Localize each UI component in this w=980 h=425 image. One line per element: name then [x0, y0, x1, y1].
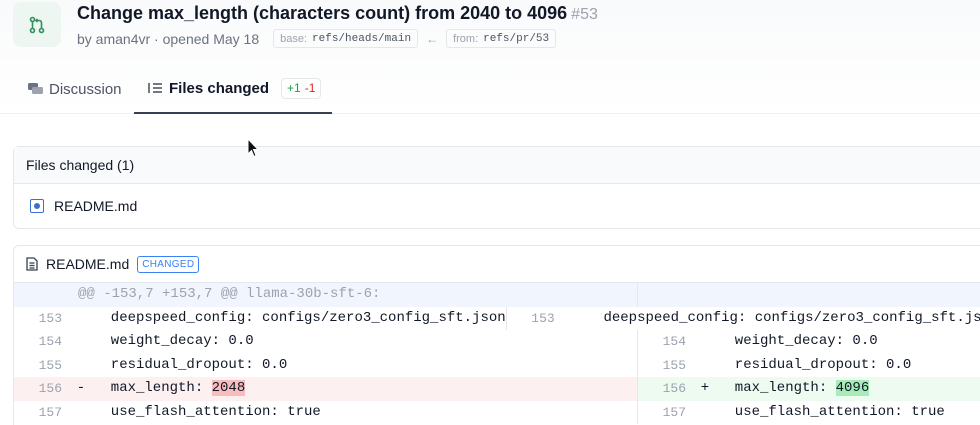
from-ref-pill: from: refs/pr/53 — [446, 29, 557, 48]
diff-counts-badge: +1 -1 — [281, 77, 322, 99]
old-line-number[interactable]: 153 — [14, 307, 68, 331]
diff-row-changed: 156 - max_length: 2048 156 + max_length:… — [14, 377, 980, 401]
pr-title-text: Change max_length (characters count) fro… — [77, 3, 568, 23]
new-line-number[interactable]: 156 — [638, 377, 692, 401]
addition-marker: + — [700, 380, 710, 396]
old-line-marker — [68, 354, 94, 378]
pr-tabs: Discussion Files changed +1 -1 — [0, 64, 980, 114]
diff-table: @@ -153,7 +153,7 @@ llama-30b-sft-6: 153… — [14, 283, 980, 424]
old-line-number[interactable]: 156 — [14, 377, 68, 401]
diff-hunk-header: @@ -153,7 +153,7 @@ llama-30b-sft-6: — [14, 283, 980, 307]
hunk-header-text: @@ -153,7 +153,7 @@ llama-30b-sft-6: — [78, 286, 381, 302]
old-line-code: deepspeed_config: configs/zero3_config_s… — [94, 307, 506, 331]
document-icon — [26, 257, 38, 271]
added-value-highlight: 4096 — [835, 380, 870, 396]
new-line-code: use_flash_attention: true — [718, 401, 980, 425]
diff-row: 154 weight_decay: 0.0 154 weight_decay: … — [14, 330, 980, 354]
old-line-code: weight_decay: 0.0 — [94, 330, 637, 354]
old-line-marker — [68, 330, 94, 354]
old-line-marker — [68, 401, 94, 425]
old-line-number[interactable]: 155 — [14, 354, 68, 378]
pull-request-icon — [13, 2, 61, 47]
old-line-number[interactable]: 154 — [14, 330, 68, 354]
new-line-marker — [692, 401, 718, 425]
file-checkbox-icon — [30, 199, 44, 213]
old-line-code: max_length: 2048 — [94, 377, 637, 401]
new-line-code: max_length: 4096 — [718, 377, 980, 401]
code-text: residual_dropout: 0.0 — [94, 356, 288, 373]
from-ref-value: refs/pr/53 — [483, 32, 550, 45]
new-line-code: deepspeed_config: configs/zero3_config_s… — [587, 307, 980, 331]
code-text: weight_decay: 0.0 — [94, 333, 254, 349]
old-line-code: use_flash_attention: true — [94, 401, 637, 425]
file-diff-panel: README.md CHANGED @@ -153,7 +153,7 @@ ll… — [13, 245, 980, 425]
tab-discussion-label: Discussion — [49, 80, 122, 98]
old-line-code: residual_dropout: 0.0 — [94, 354, 637, 378]
file-list-item[interactable]: README.md — [14, 184, 980, 228]
diff-row: 153 deepspeed_config: configs/zero3_conf… — [14, 306, 980, 331]
pr-number: #53 — [571, 6, 598, 23]
code-text: deepspeed_config: configs/zero3_config_s… — [586, 309, 980, 326]
deletion-marker: - — [76, 380, 86, 396]
pr-meta: by aman4vr · opened May 18 base: refs/hea… — [77, 29, 557, 48]
from-ref-label: from: — [453, 32, 479, 45]
new-line-code: residual_dropout: 0.0 — [718, 354, 980, 378]
arrow-left-icon: ← — [426, 31, 439, 46]
file-list-item-name: README.md — [54, 198, 138, 214]
new-line-number[interactable]: 154 — [638, 330, 692, 354]
diff-row: 157 use_flash_attention: true 157 use_fl… — [14, 400, 980, 425]
pr-header: Change max_length (characters count) fro… — [0, 0, 980, 114]
files-changed-panel: Files changed (1) README.md — [13, 146, 980, 229]
tab-discussion[interactable]: Discussion — [28, 64, 122, 114]
file-diff-icon — [148, 82, 163, 94]
tab-files-changed[interactable]: Files changed +1 -1 — [134, 64, 332, 114]
code-text: deepspeed_config: configs/zero3_config_s… — [94, 309, 506, 326]
deletions-count: -1 — [304, 81, 316, 95]
base-ref-label: base: — [280, 32, 308, 45]
new-line-marker — [692, 330, 718, 354]
diff-file-header: README.md CHANGED — [14, 246, 980, 283]
base-ref-value: refs/heads/main — [312, 32, 412, 45]
code-text: max_length: — [94, 380, 212, 396]
code-text: use_flash_attention: true — [718, 403, 945, 420]
status-badge: CHANGED — [137, 255, 200, 273]
new-line-number[interactable]: 157 — [638, 401, 692, 425]
code-text: use_flash_attention: true — [94, 403, 321, 420]
files-changed-title: Files changed (1) — [14, 147, 980, 184]
pr-meta-text: by aman4vr · opened May 18 — [77, 30, 260, 47]
page-title: Change max_length (characters count) fro… — [77, 3, 598, 24]
new-line-marker — [561, 307, 587, 331]
diff-filename: README.md — [46, 256, 130, 272]
mouse-cursor-icon — [247, 137, 260, 163]
chat-icon — [28, 82, 43, 96]
new-line-number[interactable]: 153 — [507, 307, 561, 331]
code-text: weight_decay: 0.0 — [718, 333, 878, 349]
diff-row: 155 residual_dropout: 0.0 155 residual_d… — [14, 353, 980, 378]
base-ref-pill: base: refs/heads/main — [273, 29, 419, 48]
additions-count: +1 — [287, 81, 301, 95]
tab-files-label: Files changed — [169, 79, 270, 97]
code-text: max_length: — [718, 380, 836, 396]
old-line-marker — [68, 307, 94, 331]
deleted-value-highlight: 2048 — [211, 380, 246, 396]
new-line-marker — [692, 354, 718, 378]
new-line-number[interactable]: 155 — [638, 354, 692, 378]
code-text: residual_dropout: 0.0 — [718, 356, 912, 373]
old-line-number[interactable]: 157 — [14, 401, 68, 425]
new-line-code: weight_decay: 0.0 — [718, 330, 980, 354]
